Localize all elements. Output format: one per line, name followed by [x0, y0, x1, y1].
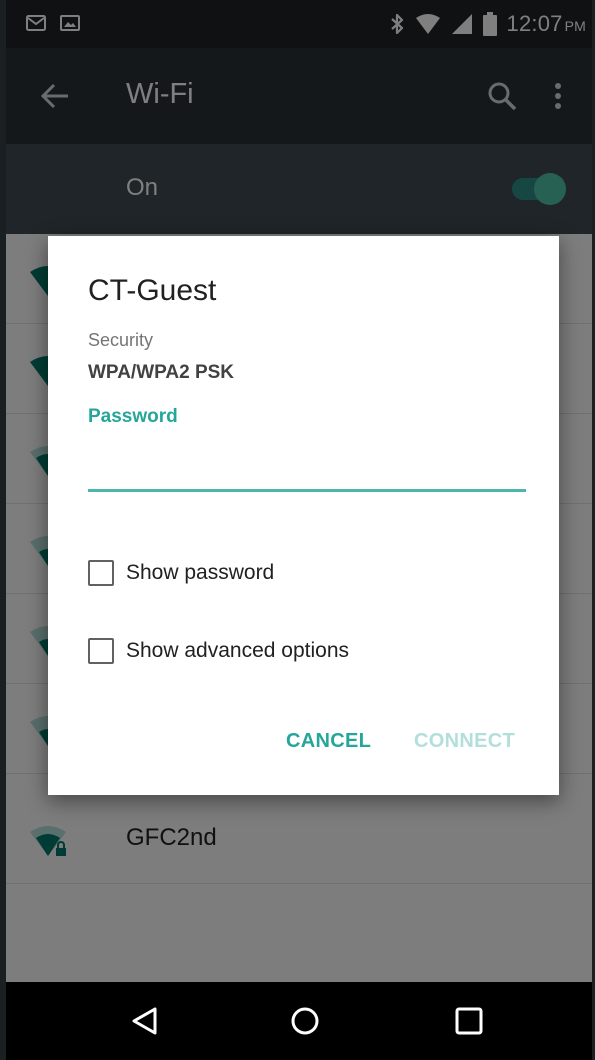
back-triangle-icon[interactable] [128, 1004, 162, 1038]
navigation-bar [6, 982, 592, 1060]
show-password-label: Show password [126, 561, 275, 584]
show-advanced-checkbox[interactable] [88, 638, 114, 664]
password-label: Password [88, 406, 178, 427]
show-advanced-label: Show advanced options [126, 639, 349, 662]
screen: 12:07PM Wi-Fi On [6, 0, 592, 1060]
show-advanced-row[interactable]: Show advanced options [88, 636, 349, 666]
recents-square-icon[interactable] [452, 1004, 486, 1038]
show-password-row[interactable]: Show password [88, 558, 274, 588]
cancel-button[interactable]: CANCEL [286, 730, 371, 753]
connect-button[interactable]: CONNECT [414, 730, 515, 753]
password-field[interactable] [88, 446, 526, 492]
wifi-connect-dialog: CT-Guest Security WPA/WPA2 PSK Password … [48, 236, 559, 795]
security-value: WPA/WPA2 PSK [88, 362, 235, 383]
show-password-checkbox[interactable] [88, 560, 114, 586]
dialog-title: CT-Guest [88, 274, 217, 307]
security-label: Security [88, 330, 154, 350]
home-circle-icon[interactable] [288, 1004, 322, 1038]
